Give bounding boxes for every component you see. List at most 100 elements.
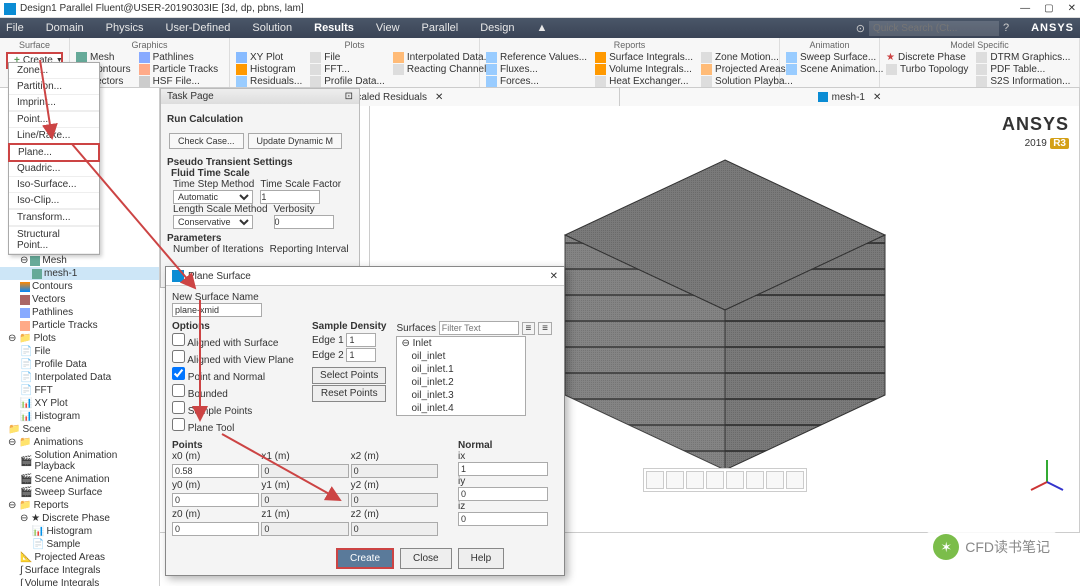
ribbon-profile[interactable]: Profile Data... bbox=[310, 76, 385, 87]
time-step-method-select[interactable]: Automatic bbox=[173, 190, 253, 204]
menu-parallel[interactable]: Parallel bbox=[422, 22, 459, 34]
create-button[interactable]: Create bbox=[336, 548, 394, 569]
menu-results[interactable]: Results bbox=[314, 22, 354, 34]
ribbon-forces[interactable]: Forces... bbox=[486, 76, 587, 87]
ribbon-sweep[interactable]: Sweep Surface... bbox=[786, 52, 883, 63]
tree-si[interactable]: ∫ Surface Integrals bbox=[0, 564, 159, 577]
y2-input[interactable] bbox=[351, 493, 438, 507]
opt-point-normal[interactable]: Point and Normal bbox=[172, 367, 302, 383]
tree-contours[interactable]: Contours bbox=[0, 280, 159, 293]
vtool-btn[interactable] bbox=[646, 471, 664, 489]
y0-input[interactable] bbox=[172, 493, 259, 507]
opt-sample-points[interactable]: Sample Points bbox=[172, 401, 302, 417]
x0-input[interactable] bbox=[172, 464, 259, 478]
menu-physics[interactable]: Physics bbox=[106, 22, 144, 34]
ribbon-residuals[interactable]: Residuals... bbox=[236, 76, 302, 87]
tree-dp[interactable]: ⊖ ★ Discrete Phase bbox=[0, 512, 159, 525]
surface-name-input[interactable] bbox=[172, 303, 262, 317]
dropdown-line[interactable]: Line/Rake... bbox=[9, 128, 99, 144]
task-page-expand-icon[interactable]: ⊡ bbox=[345, 91, 353, 102]
menu-file[interactable]: File bbox=[6, 22, 24, 34]
reset-points-button[interactable]: Reset Points bbox=[312, 385, 386, 402]
ribbon-dphase[interactable]: ★Discrete Phase bbox=[886, 52, 968, 63]
tree-scene[interactable]: 📁 Scene bbox=[0, 423, 159, 436]
menu-domain[interactable]: Domain bbox=[46, 22, 84, 34]
opt-aligned-view[interactable]: Aligned with View Plane bbox=[172, 350, 302, 366]
ribbon-xyplot[interactable]: XY Plot bbox=[236, 52, 302, 63]
ribbon-hsf[interactable]: HSF File... bbox=[139, 76, 219, 87]
dropdown-iso-surface[interactable]: Iso-Surface... bbox=[9, 177, 99, 193]
tree-sap[interactable]: 🎬 Solution Animation Playback bbox=[0, 449, 159, 473]
vtool-btn[interactable] bbox=[666, 471, 684, 489]
tree-sanim[interactable]: 🎬 Scene Animation bbox=[0, 473, 159, 486]
ribbon-particle-tracks[interactable]: Particle Tracks bbox=[139, 64, 219, 75]
filter-icon2[interactable]: ≡ bbox=[538, 322, 552, 335]
tree-plots[interactable]: ⊖ 📁 Plots bbox=[0, 332, 159, 345]
update-mesh-button[interactable]: Update Dynamic M bbox=[248, 133, 343, 149]
dialog-close-button[interactable]: ✕ bbox=[550, 271, 558, 282]
dropdown-imprint[interactable]: Imprint... bbox=[9, 95, 99, 111]
ribbon-dtrm[interactable]: DTRM Graphics... bbox=[976, 52, 1070, 63]
tree-profile[interactable]: 📄 Profile Data bbox=[0, 358, 159, 371]
tree-sample[interactable]: 📄 Sample bbox=[0, 538, 159, 551]
vtool-btn[interactable] bbox=[746, 471, 764, 489]
tree-file[interactable]: 📄 File bbox=[0, 345, 159, 358]
dropdown-zone[interactable]: Zone... bbox=[9, 63, 99, 79]
filter-icon[interactable]: ≡ bbox=[522, 322, 536, 335]
vtool-btn[interactable] bbox=[786, 471, 804, 489]
close-icon[interactable]: ✕ bbox=[873, 92, 881, 103]
iz-input[interactable] bbox=[458, 512, 548, 526]
tree-xy[interactable]: 📊 XY Plot bbox=[0, 397, 159, 410]
tree-anim[interactable]: ⊖ 📁 Animations bbox=[0, 436, 159, 449]
ribbon-refvals[interactable]: Reference Values... bbox=[486, 52, 587, 63]
dropdown-iso-clip[interactable]: Iso-Clip... bbox=[9, 193, 99, 209]
ribbon-histogram[interactable]: Histogram bbox=[236, 64, 302, 75]
dropdown-partition[interactable]: Partition... bbox=[9, 79, 99, 95]
ribbon-sceneanim[interactable]: Scene Animation... bbox=[786, 64, 883, 75]
dropdown-structural[interactable]: Structural Point... bbox=[9, 227, 99, 254]
z1-input[interactable] bbox=[261, 522, 348, 536]
tree-vi[interactable]: ∫ Volume Integrals bbox=[0, 577, 159, 586]
opt-plane-tool[interactable]: Plane Tool bbox=[172, 418, 302, 434]
x1-input[interactable] bbox=[261, 464, 348, 478]
tree-hist[interactable]: 📊 Histogram bbox=[0, 410, 159, 423]
time-scale-factor-input[interactable] bbox=[260, 190, 320, 204]
tree-pa[interactable]: 📐 Projected Areas bbox=[0, 551, 159, 564]
menu-solution[interactable]: Solution bbox=[252, 22, 292, 34]
surface-filter-input[interactable] bbox=[439, 321, 519, 335]
ribbon-turbo[interactable]: Turbo Topology bbox=[886, 64, 968, 75]
ribbon-heatex[interactable]: Heat Exchanger... bbox=[595, 76, 693, 87]
vtool-btn[interactable] bbox=[686, 471, 704, 489]
ribbon-pathlines[interactable]: Pathlines bbox=[139, 52, 219, 63]
tree-sweep[interactable]: 🎬 Sweep Surface bbox=[0, 486, 159, 499]
select-points-button[interactable]: Select Points bbox=[312, 367, 386, 384]
tree-mesh[interactable]: ⊖ Mesh bbox=[0, 254, 159, 267]
close-dialog-button[interactable]: Close bbox=[400, 548, 452, 569]
minimize-button[interactable]: — bbox=[1020, 3, 1030, 14]
ribbon-surfint[interactable]: Surface Integrals... bbox=[595, 52, 693, 63]
opt-bounded[interactable]: Bounded bbox=[172, 384, 302, 400]
tree-fft[interactable]: 📄 FFT bbox=[0, 384, 159, 397]
tree-dhist[interactable]: 📊 Histogram bbox=[0, 525, 159, 538]
dropdown-quadric[interactable]: Quadric... bbox=[9, 161, 99, 177]
tree-reports[interactable]: ⊖ 📁 Reports bbox=[0, 499, 159, 512]
vtool-btn[interactable] bbox=[726, 471, 744, 489]
edge1-input[interactable] bbox=[346, 333, 376, 347]
verbosity-input[interactable] bbox=[274, 215, 334, 229]
vtool-btn[interactable] bbox=[706, 471, 724, 489]
edge2-input[interactable] bbox=[346, 348, 376, 362]
ribbon-fluxes[interactable]: Fluxes... bbox=[486, 64, 587, 75]
check-case-button[interactable]: Check Case... bbox=[169, 133, 244, 149]
ribbon-s2s[interactable]: S2S Information... bbox=[976, 76, 1070, 87]
ribbon-plotfile[interactable]: File bbox=[310, 52, 385, 63]
y1-input[interactable] bbox=[261, 493, 348, 507]
tab-mesh-1[interactable]: mesh-1✕ bbox=[620, 88, 1080, 106]
tree-particle[interactable]: Particle Tracks bbox=[0, 319, 159, 332]
surfaces-listbox[interactable]: ⊖ Inlet oil_inlet oil_inlet.1 oil_inlet.… bbox=[396, 336, 526, 416]
tree-mesh-1[interactable]: mesh-1 bbox=[0, 267, 159, 280]
dropdown-plane[interactable]: Plane... bbox=[8, 143, 100, 162]
dropdown-point[interactable]: Point... bbox=[9, 112, 99, 128]
iy-input[interactable] bbox=[458, 487, 548, 501]
search-help-icon[interactable]: ? bbox=[1003, 22, 1009, 34]
opt-aligned-surface[interactable]: Aligned with Surface bbox=[172, 333, 302, 349]
